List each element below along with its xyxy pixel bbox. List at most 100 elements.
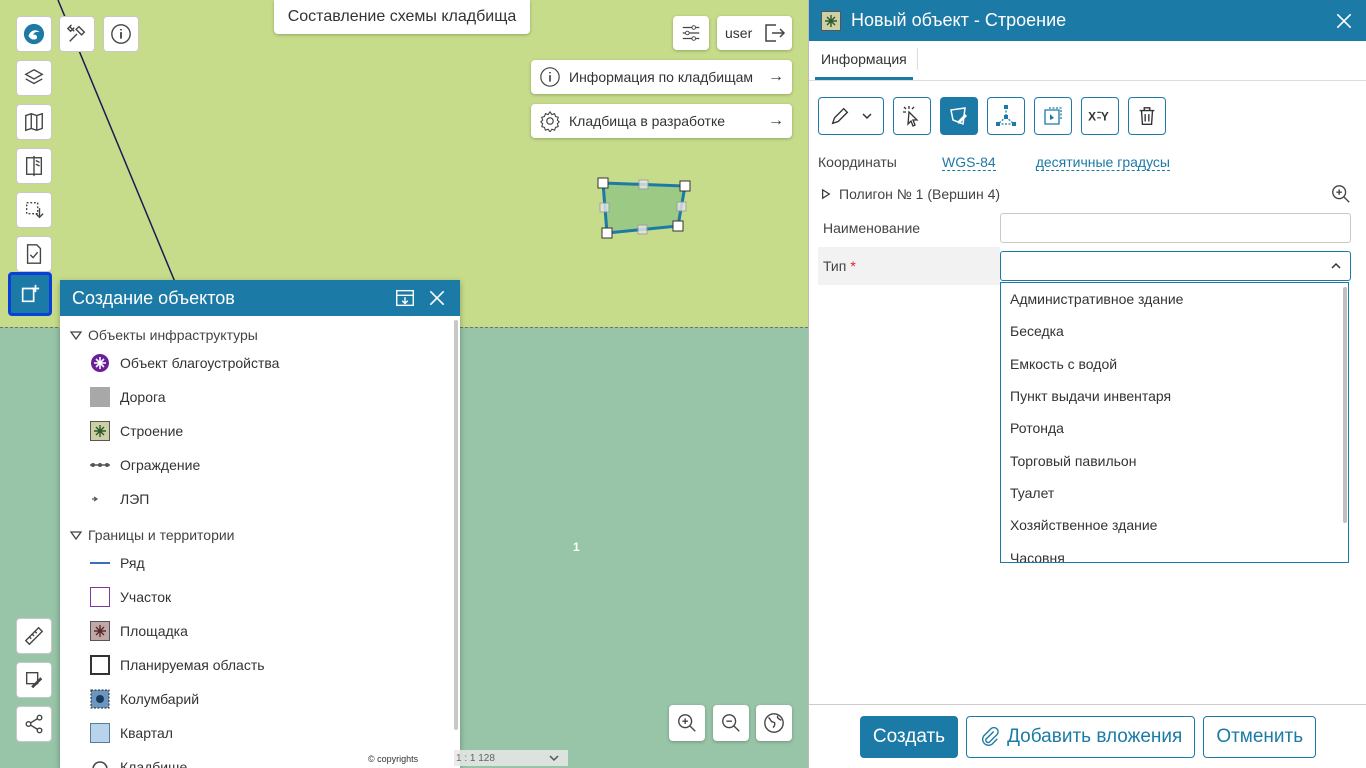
cancel-button[interactable]: Отменить (1203, 715, 1317, 758)
logout-icon[interactable] (762, 21, 786, 45)
share-button[interactable] (16, 706, 52, 742)
paperclip-icon (982, 726, 999, 746)
group-label: Объекты инфраструктуры (88, 327, 258, 343)
close-icon[interactable] (1334, 11, 1354, 31)
item-label: Ряд (120, 555, 145, 571)
item-landscaping[interactable]: Объект благоустройства (60, 346, 460, 380)
draw-mode-dropdown[interactable] (818, 97, 884, 135)
name-label: Наименование (823, 220, 921, 236)
full-extent-button[interactable] (756, 705, 792, 741)
geometry-edit-icon (25, 201, 44, 219)
area-icon (90, 621, 110, 641)
coordinate-input-button[interactable]: XY (1081, 97, 1119, 135)
type-label: Тип * (818, 247, 1000, 285)
type-option[interactable]: Хозяйственное здание (1001, 509, 1348, 541)
in-development-label: Кладбища в разработке (569, 113, 726, 129)
layers-button[interactable] (16, 60, 52, 96)
type-select[interactable] (1000, 251, 1351, 281)
compare-button[interactable] (16, 148, 52, 184)
item-road[interactable]: Дорога (60, 380, 460, 414)
zoom-in-button[interactable] (669, 705, 705, 741)
dropdown-scrollbar[interactable] (1343, 287, 1347, 523)
tools-button[interactable] (59, 16, 95, 52)
compare-icon (25, 155, 43, 177)
chevron-down-icon (862, 113, 872, 120)
columbarium-icon (90, 689, 110, 709)
delete-geometry-button[interactable] (1128, 97, 1166, 135)
item-area[interactable]: Площадка (60, 614, 460, 648)
type-option[interactable]: Ротонда (1001, 412, 1348, 444)
zoom-out-button[interactable] (713, 705, 749, 741)
add-attachments-button[interactable]: Добавить вложения (966, 715, 1196, 758)
create-panel-title: Создание объектов (72, 287, 235, 308)
add-object-icon (21, 284, 40, 303)
xy-coordinates-icon: XY (1088, 110, 1109, 124)
building-icon (90, 421, 110, 441)
map-icon (25, 112, 43, 132)
row-icon (90, 562, 110, 564)
name-input[interactable] (1000, 213, 1351, 243)
info-icon (111, 24, 131, 44)
info-button[interactable] (103, 16, 139, 52)
basemap-button[interactable] (16, 104, 52, 140)
group-boundaries[interactable]: Границы и территории (60, 524, 460, 546)
item-row[interactable]: Ряд (60, 546, 460, 580)
coordinate-format-link[interactable]: десятичные градусы (1035, 154, 1170, 171)
draw-polygon-button[interactable] (940, 97, 978, 135)
transform-tool-button[interactable] (1034, 97, 1072, 135)
select-tool-button[interactable] (893, 97, 931, 135)
item-building[interactable]: Строение (60, 414, 460, 448)
item-label: Участок (120, 589, 172, 605)
measure-area-button[interactable] (16, 662, 52, 698)
coordinate-system-link[interactable]: WGS-84 (942, 154, 996, 171)
map-feature-label: 1 (573, 540, 580, 554)
item-plot[interactable]: Участок (60, 580, 460, 614)
type-option[interactable]: Емкость с водой (1001, 348, 1348, 380)
create-button[interactable]: Создать (859, 715, 959, 758)
tab-information[interactable]: Информация (815, 51, 913, 80)
cemetery-info-button[interactable]: Информация по кладбищам → (531, 60, 792, 94)
type-option[interactable]: Часовня (1001, 541, 1348, 562)
checklist-icon (26, 244, 42, 264)
geometry-toolbar: XY (809, 81, 1366, 135)
item-planned-area[interactable]: Планируемая область (60, 648, 460, 682)
group-infrastructure[interactable]: Объекты инфраструктуры (60, 324, 460, 346)
type-option[interactable]: Беседка (1001, 315, 1348, 347)
scrollbar[interactable] (454, 320, 458, 730)
scale-selector[interactable]: 1 : 1 128 (454, 750, 568, 766)
app-logo-button[interactable] (16, 16, 52, 52)
copyright: © copyrights (364, 739, 444, 768)
item-columbarium[interactable]: Колумбарий (60, 682, 460, 716)
vertex-tool-button[interactable] (987, 97, 1025, 135)
create-object-button[interactable] (8, 272, 52, 316)
new-object-panel: Новый объект - Строение Информация XY Ко… (808, 0, 1366, 768)
tab-divider (916, 48, 918, 70)
polygon-tree-item[interactable]: Полигон № 1 (Вершин 4) (809, 183, 1366, 205)
cemeteries-in-development-button[interactable]: Кладбища в разработке → (531, 104, 792, 138)
type-option[interactable]: Торговый павильон (1001, 444, 1348, 476)
power-line-icon (92, 496, 99, 502)
edit-geometry-button[interactable] (16, 192, 52, 228)
coordinates-row: Координаты WGS-84 десятичные градусы (809, 151, 1366, 173)
vertices-icon (996, 105, 1016, 126)
type-option[interactable]: Пункт выдачи инвентаря (1001, 380, 1348, 412)
chevron-down-icon (549, 755, 559, 762)
item-fence[interactable]: Ограждение (60, 448, 460, 482)
info-icon (540, 67, 560, 87)
item-label: Ограждение (120, 457, 201, 473)
import-button[interactable] (392, 285, 418, 311)
type-option[interactable]: Туалет (1001, 477, 1348, 509)
measure-button[interactable] (16, 618, 52, 654)
tasks-button[interactable] (16, 236, 52, 272)
close-panel-button[interactable] (424, 285, 450, 311)
cemetery-icon (92, 761, 108, 768)
item-power-line[interactable]: ЛЭП (60, 482, 460, 516)
settings-button[interactable] (673, 16, 709, 50)
zoom-to-icon[interactable] (1330, 183, 1352, 205)
user-menu[interactable]: user (717, 16, 792, 50)
type-option[interactable]: Административное здание (1001, 283, 1348, 315)
sliders-icon (682, 25, 700, 41)
planned-area-icon (90, 655, 110, 675)
road-icon (90, 387, 110, 407)
create-panel-header: Создание объектов (60, 280, 460, 316)
